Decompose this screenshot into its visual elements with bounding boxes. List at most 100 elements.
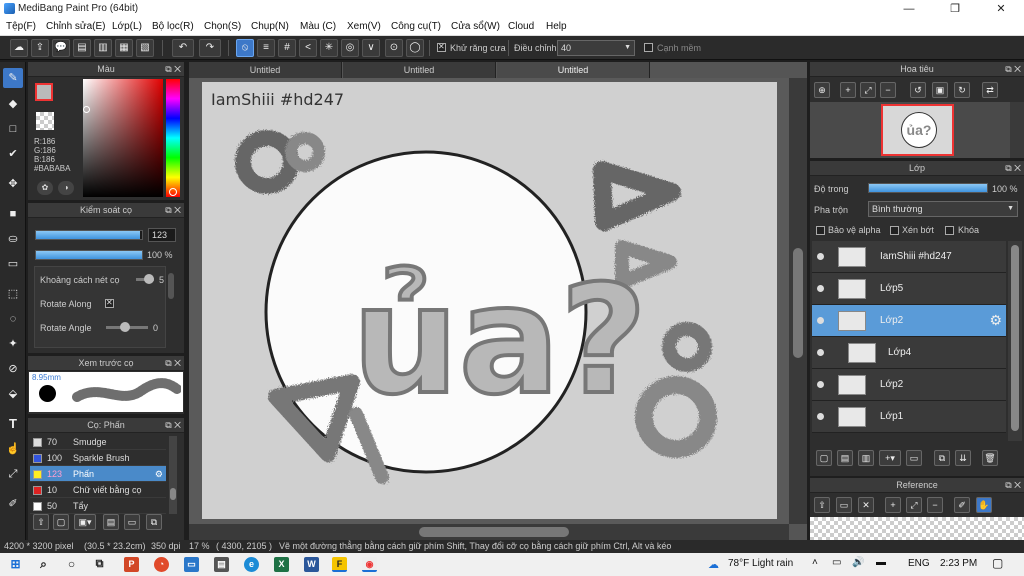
brush-list-item[interactable]: 100 Sparkle Brush — [30, 450, 166, 466]
palette-icon[interactable]: ✿ — [37, 181, 53, 195]
close-button[interactable]: ✕ — [978, 0, 1024, 18]
add-brush-icon[interactable]: ⇧ — [33, 514, 49, 530]
parallel-snap-icon[interactable]: ≡ — [257, 39, 275, 57]
menu-filter[interactable]: Bộ lọc(R) — [152, 21, 194, 32]
menu-color[interactable]: Màu (C) — [300, 21, 336, 32]
cloud-icon[interactable]: ☁ — [10, 39, 28, 57]
new-brush-icon[interactable]: ▢ — [53, 514, 69, 530]
layer-row[interactable]: Lớp2 ⚙ — [812, 305, 1006, 337]
eye-icon[interactable] — [817, 253, 824, 260]
concentric-snap-icon[interactable]: ◎ — [341, 39, 359, 57]
clock[interactable]: 2:23 PM — [940, 558, 977, 569]
horizontal-scroll-thumb[interactable] — [419, 527, 569, 537]
menu-file[interactable]: Tệp(F) — [6, 21, 36, 32]
task-view-icon[interactable]: ⧉ — [92, 557, 107, 572]
circle-snap-icon[interactable]: ◯ — [406, 39, 424, 57]
rotate-right-icon[interactable]: ↻ — [954, 82, 970, 98]
language-indicator[interactable]: ENG — [908, 558, 930, 569]
layer-row[interactable]: Lớp5 — [812, 273, 1006, 305]
eye-icon[interactable] — [817, 349, 824, 356]
doc-tab-2[interactable]: Untitled — [343, 62, 496, 78]
chrome-icon[interactable]: ◉ — [362, 557, 377, 572]
brush-menu-icon[interactable]: ▣▾ — [74, 514, 96, 530]
radial-snap-icon[interactable]: ✳ — [320, 39, 338, 57]
vertical-scrollbar[interactable] — [789, 78, 807, 524]
share-icon[interactable]: ⇪ — [31, 39, 49, 57]
menu-view[interactable]: Xem(V) — [347, 21, 381, 32]
gear-icon[interactable]: ⚙ — [155, 466, 163, 482]
brush-list-item[interactable]: 70 Smudge — [30, 434, 166, 450]
cortana-icon[interactable]: ○ — [64, 557, 79, 572]
layer-row[interactable]: Lớp4 — [812, 337, 1006, 369]
weather-text[interactable]: 78°F Light rain — [728, 558, 793, 569]
zoom-out-icon[interactable]: − — [880, 82, 896, 98]
eye-icon[interactable] — [817, 413, 824, 420]
clip-checkbox[interactable] — [890, 226, 899, 235]
layer-row[interactable]: Lớp2 — [812, 369, 1006, 401]
spacing-slider-knob[interactable] — [144, 274, 154, 284]
fill-square-tool-icon[interactable]: ■ — [3, 204, 23, 224]
artwork-canvas[interactable]: IamShiii #hd247 ủa? — [202, 82, 777, 519]
reference-zoom-out-icon[interactable]: − — [927, 497, 943, 513]
menu-layer[interactable]: Lớp(L) — [112, 21, 142, 32]
reference-eyedropper-icon[interactable]: ✐ — [954, 497, 970, 513]
flip-icon[interactable]: ⇄ — [982, 82, 998, 98]
page-icon[interactable]: ▥ — [94, 39, 112, 57]
volume-icon[interactable]: 🔊 — [852, 557, 864, 568]
comment-icon[interactable]: 💬 — [52, 39, 70, 57]
brush-list-item[interactable]: 10 Chữ viết bằng cọ — [30, 482, 166, 498]
brush-size-slider[interactable] — [35, 230, 143, 240]
reference-folder-icon[interactable]: ▭ — [836, 497, 852, 513]
horizontal-scrollbar[interactable] — [189, 524, 789, 540]
brush-list-scrollbar[interactable] — [169, 436, 177, 514]
layer-scrollbar[interactable] — [1008, 241, 1022, 441]
canvas-viewport[interactable]: IamShiii #hd247 ủa? — [189, 78, 789, 524]
layer-folder-icon[interactable]: ▭ — [906, 450, 922, 466]
reference-upload-icon[interactable]: ⇧ — [814, 497, 830, 513]
undo-icon[interactable]: ↶ — [172, 39, 194, 57]
zoom-in-icon[interactable]: + — [840, 82, 856, 98]
brush-opacity-slider[interactable] — [35, 250, 143, 260]
facebook-app-icon[interactable]: F — [332, 557, 347, 572]
blend-mode-select[interactable]: Bình thường ▼ — [868, 201, 1018, 217]
text-box-icon[interactable]: ▤ — [73, 39, 91, 57]
reference-close-icon[interactable]: ✕ — [858, 497, 874, 513]
menu-help[interactable]: Help — [546, 21, 567, 32]
eye-icon[interactable] — [817, 317, 824, 324]
navigator-viewport-frame[interactable]: ủa? — [881, 104, 954, 156]
duplicate-layer-icon[interactable]: ⧉ — [934, 450, 950, 466]
ellipse-snap-icon[interactable]: ⊙ — [385, 39, 403, 57]
new-layer-8bit-icon[interactable]: ▤ — [837, 450, 853, 466]
monitor-icon[interactable]: ▭ — [184, 557, 199, 572]
pen-tool-icon[interactable]: ✐ — [3, 494, 23, 514]
zoom-actual-icon[interactable]: ⤢ — [860, 82, 876, 98]
rotate-left-icon[interactable]: ↺ — [910, 82, 926, 98]
layer-row[interactable]: Lớp1 — [812, 401, 1006, 433]
brush-tool-icon[interactable]: ✎ — [3, 68, 23, 88]
windows-start-icon[interactable]: ⊞ — [8, 557, 23, 572]
app-icon-red[interactable]: ◔ — [154, 557, 169, 572]
word-icon[interactable]: W — [304, 557, 319, 572]
text-tool-icon[interactable]: T — [3, 414, 23, 434]
menu-cloud[interactable]: Cloud — [508, 21, 534, 32]
menu-edit[interactable]: Chỉnh sửa(E) — [46, 21, 106, 32]
powerpoint-icon[interactable]: P — [124, 557, 139, 572]
antialias-checkbox[interactable] — [437, 42, 446, 52]
magic-wand-tool-icon[interactable]: ✦ — [3, 334, 23, 354]
settings-scrollbar[interactable] — [168, 273, 174, 299]
gradient-tool-icon[interactable]: ▭ — [3, 254, 23, 274]
tray-chevron-icon[interactable]: ˄ — [812, 557, 818, 568]
network-icon[interactable]: ▭ — [832, 557, 841, 568]
brush-settings-icon[interactable]: ▤ — [103, 514, 119, 530]
no-snap-icon[interactable]: ⦸ — [236, 39, 254, 57]
layer-scroll-thumb[interactable] — [1011, 245, 1019, 431]
notification-icon[interactable]: ▢ — [992, 556, 1003, 570]
panel-controls[interactable]: ⧉ ✕ — [165, 356, 181, 371]
rotate-along-checkbox[interactable] — [105, 298, 114, 308]
panel-controls[interactable]: ⧉ ✕ — [165, 62, 181, 77]
rectangle-tool-icon[interactable]: □ — [3, 119, 23, 139]
dot-tool-icon[interactable]: ✔ — [3, 144, 23, 164]
menu-snap[interactable]: Chụp(N) — [251, 21, 289, 32]
layout-icon[interactable]: ▧ — [136, 39, 154, 57]
panel-controls[interactable]: ⧉ ✕ — [1005, 161, 1021, 176]
